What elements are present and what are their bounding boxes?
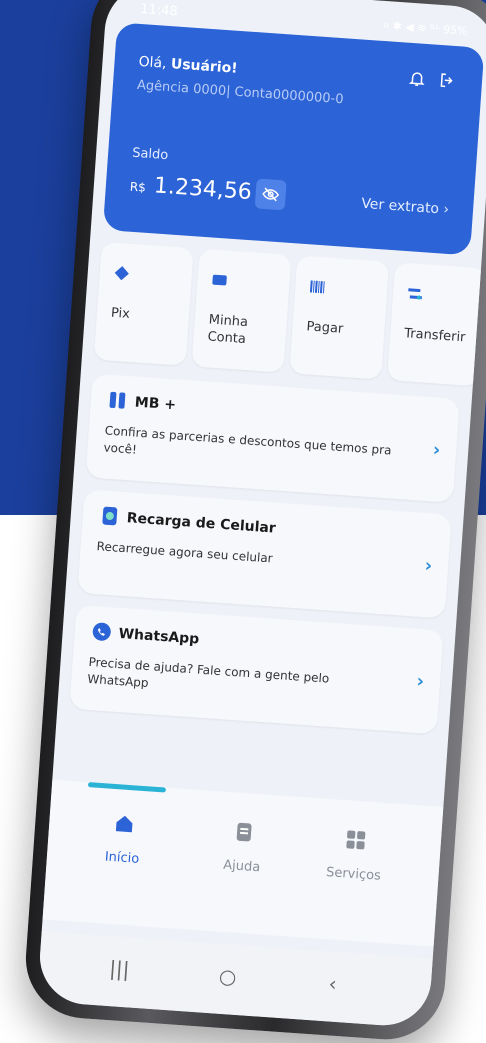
shortcut-label: Pix xyxy=(110,305,131,322)
back-button[interactable]: ‹ xyxy=(328,971,338,995)
eye-off-icon xyxy=(262,187,280,202)
home-icon xyxy=(113,812,136,835)
whatsapp-icon xyxy=(90,620,113,643)
grid-icon xyxy=(344,828,367,851)
recents-button[interactable]: ||| xyxy=(108,956,130,981)
shortcut-pagar[interactable]: Pagar xyxy=(289,255,390,380)
user-name: Usuário! xyxy=(170,56,239,77)
shortcut-label: Pagar xyxy=(306,319,344,337)
tab-ajuda[interactable]: Ajuda xyxy=(196,818,289,877)
chevron-right-icon: › xyxy=(432,439,441,461)
shortcut-label: Minha Conta xyxy=(207,312,249,348)
card-title: MB + xyxy=(134,394,177,414)
tab-label: Ajuda xyxy=(222,857,261,876)
shortcuts-row: Pix Minha Conta Pagar Transferir xyxy=(93,241,486,391)
home-button[interactable]: ○ xyxy=(218,964,237,989)
bell-icon[interactable] xyxy=(408,69,427,88)
logout-icon[interactable] xyxy=(437,71,456,90)
card-whatsapp[interactable]: WhatsApp Precisa de ajuda? Fale com a ge… xyxy=(69,604,444,735)
bottom-tab-bar: Início Ajuda Serviços xyxy=(42,779,444,947)
shortcut-pix[interactable]: Pix xyxy=(93,241,194,366)
card-description: Recarregue agora seu celular xyxy=(96,539,274,566)
barcode-icon xyxy=(309,278,326,295)
greeting-prefix: Olá, xyxy=(138,53,172,73)
balance-value: 1.234,56 xyxy=(153,173,253,206)
card-mobile-recharge[interactable]: Recarga de Celular Recarregue agora seu … xyxy=(77,489,452,619)
chevron-right-icon: › xyxy=(415,670,425,693)
hide-balance-button[interactable] xyxy=(254,178,287,211)
transfer-icon xyxy=(407,285,424,302)
card-title: WhatsApp xyxy=(118,625,200,648)
shortcut-label: Transferir xyxy=(403,326,466,346)
tab-label: Serviços xyxy=(325,864,382,884)
view-statement-link[interactable]: Ver extrato › xyxy=(361,196,450,218)
card-description: Confira as parcerias e descontos que tem… xyxy=(103,423,392,458)
shortcut-transferir[interactable]: Transferir xyxy=(387,262,486,387)
wallet-icon xyxy=(211,272,228,289)
greeting: Olá, Usuário! xyxy=(138,54,238,77)
phone-mockup: 11:48 ⌗ ✱ ◀ ≋ ᴵᴸᴸ 95% Olá, Usuário! Agên… xyxy=(21,0,486,1043)
card-title: Recarga de Celular xyxy=(126,510,277,537)
pix-icon xyxy=(113,265,130,282)
tab-inicio[interactable]: Início xyxy=(77,810,170,869)
active-tab-indicator xyxy=(87,782,167,793)
chevron-right-icon: › xyxy=(424,555,433,577)
balance-label: Saldo xyxy=(131,145,169,164)
shortcut-minha-conta[interactable]: Minha Conta xyxy=(191,248,292,373)
phone-screen: 11:48 ⌗ ✱ ◀ ≋ ᴵᴸᴸ 95% Olá, Usuário! Agên… xyxy=(36,0,486,1029)
status-icons: ⌗ ✱ ◀ ≋ ᴵᴸᴸ 95% xyxy=(382,18,468,38)
tab-servicos[interactable]: Serviços xyxy=(308,826,401,885)
card-description: Precisa de ajuda? Fale com a gente pelo … xyxy=(86,654,330,691)
currency-symbol: R$ xyxy=(129,179,147,195)
card-mb-plus[interactable]: MB + Confira as parcerias e descontos qu… xyxy=(85,373,460,503)
tab-label: Início xyxy=(104,849,140,867)
account-header-card: Olá, Usuário! Agência 0000| Conta0000000… xyxy=(102,22,485,256)
help-doc-icon xyxy=(232,820,255,843)
account-info: Agência 0000| Conta0000000-0 xyxy=(136,77,345,108)
status-time: 11:48 xyxy=(139,1,179,20)
mb-plus-icon xyxy=(106,389,129,412)
mobile-recharge-icon xyxy=(98,504,121,527)
